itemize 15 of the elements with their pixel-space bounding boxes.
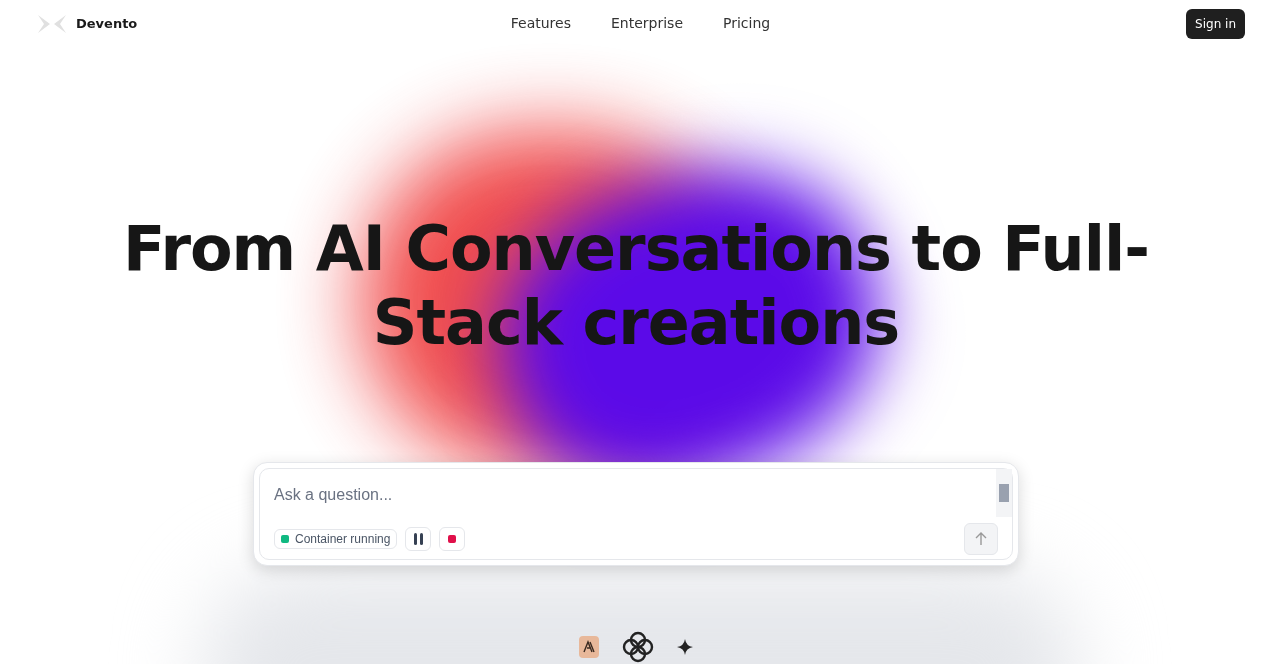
scrollbar [996,468,1012,517]
question-input[interactable]: Ask a question... [274,482,974,507]
brand-name: Devento [76,15,138,34]
sign-in-button[interactable]: Sign in [1186,8,1245,39]
stop-button[interactable] [439,526,466,551]
model-icon [579,636,599,658]
nav-link[interactable]: Enterprise [611,13,683,35]
sparkle-icon [677,639,693,655]
knot-logo-icon [621,630,655,664]
logo-icon [36,12,68,35]
pause-button[interactable] [405,526,432,551]
nav-link[interactable]: Features [510,13,571,35]
arrow-up-icon [975,531,987,546]
status-label: Container running [295,530,391,548]
nav-link[interactable]: Pricing [723,13,771,35]
